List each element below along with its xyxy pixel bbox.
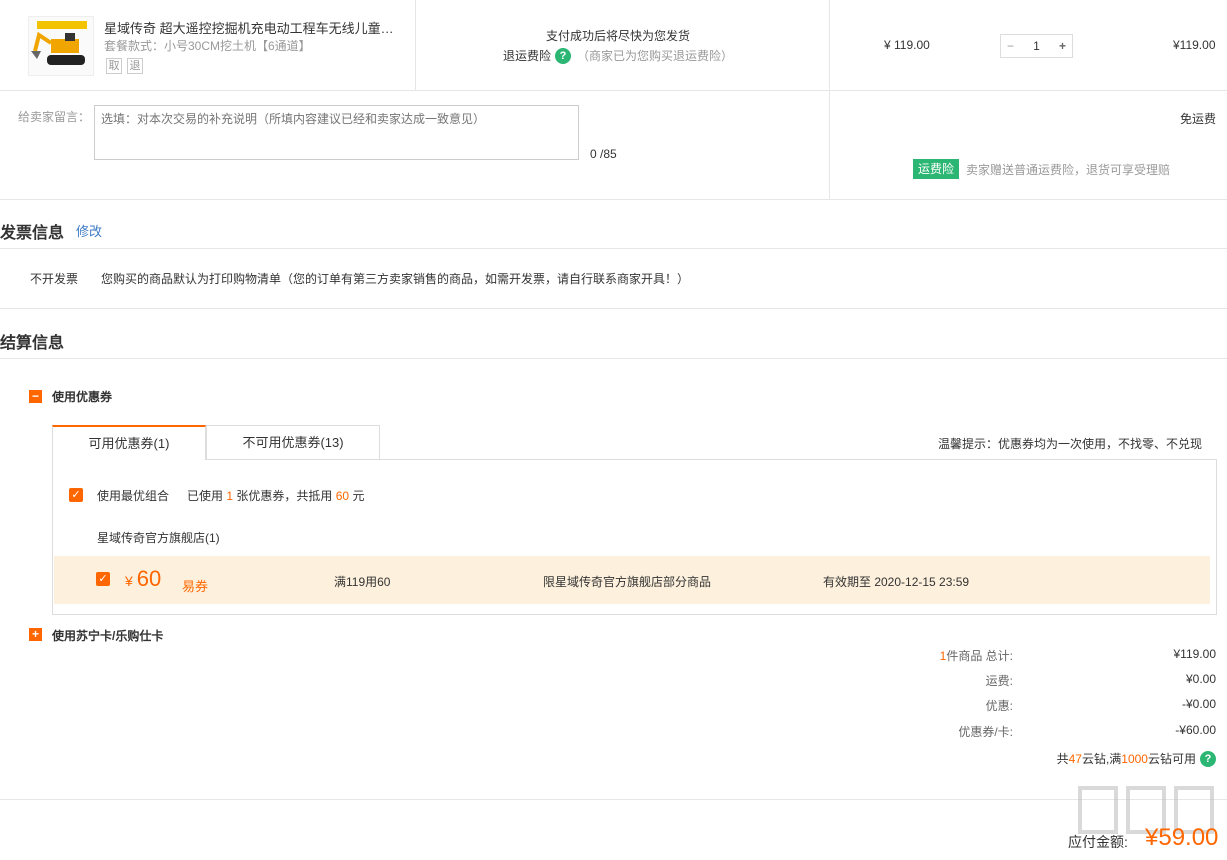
best-combo-checkbox[interactable]: ✓ bbox=[69, 488, 83, 502]
points-count: 47 bbox=[1068, 752, 1082, 766]
divider bbox=[0, 308, 1227, 309]
coupon-validity: 有效期至 2020-12-15 23:59 bbox=[823, 575, 970, 589]
message-label: 给卖家留言： bbox=[18, 110, 91, 124]
payable-amount: ¥59.00 bbox=[1145, 824, 1219, 851]
best-combo-label[interactable]: 使用最优组合 bbox=[97, 487, 169, 504]
quantity-stepper: − 1 + bbox=[1000, 34, 1073, 58]
usage-suffix: 元 bbox=[352, 489, 365, 503]
settlement-title: 结算信息 bbox=[0, 335, 65, 352]
store-name: 星域传奇官方旗舰店(1) bbox=[97, 531, 220, 545]
return-insurance-label: 退运费险 bbox=[503, 49, 552, 63]
payable-label: 应付金额: bbox=[1068, 834, 1128, 850]
invoice-type: 不开发票 bbox=[30, 272, 79, 286]
invoice-title: 发票信息 bbox=[0, 225, 65, 242]
return-insurance: 退运费险 ? （商家已为您购买退运费险） bbox=[503, 47, 733, 64]
currency-symbol: ¥ bbox=[125, 573, 133, 589]
minus-icon[interactable]: − bbox=[1007, 39, 1014, 53]
tab-available-coupons[interactable]: 可用优惠券(1) bbox=[52, 425, 206, 460]
product-thumbnail[interactable] bbox=[28, 16, 94, 76]
divider bbox=[0, 199, 1227, 200]
discount-value: -¥0.00 bbox=[1181, 697, 1216, 711]
coupon-checkbox[interactable]: ✓ bbox=[96, 572, 110, 586]
card-section-title[interactable]: 使用苏宁卡/乐购仕卡 bbox=[52, 627, 163, 644]
freight-label: 运费: bbox=[985, 674, 1013, 688]
invoice-modify-link[interactable]: 修改 bbox=[76, 221, 102, 240]
coupon-value: 60 bbox=[136, 566, 162, 591]
return-tag: 退 bbox=[127, 58, 143, 74]
points-threshold: 1000 bbox=[1121, 752, 1148, 766]
help-icon[interactable]: ? bbox=[555, 47, 572, 64]
points-prefix: 共 bbox=[1056, 752, 1069, 766]
coupon-tip: 温馨提示：优惠券均为一次使用，不找零、不兑现 bbox=[938, 437, 1203, 451]
usage-count: 1 bbox=[226, 489, 234, 503]
product-title[interactable]: 星域传奇 超大遥控挖掘机充电动工程车无线儿童玩... bbox=[104, 18, 404, 37]
usage-mid: 张优惠券，共抵用 bbox=[236, 489, 333, 503]
unit-price: ¥ 119.00 bbox=[884, 38, 930, 52]
coupon-section-title[interactable]: 使用优惠券 bbox=[52, 388, 112, 405]
line-total: ¥119.00 bbox=[1173, 38, 1216, 52]
pickup-tag: 取 bbox=[106, 58, 122, 74]
divider bbox=[0, 248, 1227, 249]
points-mid: 云钻,满 bbox=[1081, 752, 1122, 766]
quantity-value[interactable]: 1 bbox=[1033, 39, 1040, 53]
ship-note: 支付成功后将尽快为您发货 bbox=[546, 29, 691, 43]
message-input[interactable] bbox=[94, 105, 579, 160]
discount-label: 优惠: bbox=[985, 699, 1013, 713]
usage-amount: 60 bbox=[335, 489, 350, 503]
plus-icon[interactable]: + bbox=[1059, 39, 1066, 53]
freight-value: ¥0.00 bbox=[1185, 672, 1216, 686]
items-total-label: 1件商品 总计: bbox=[940, 647, 1013, 664]
freight-insurance-badge: 运费险 bbox=[913, 159, 960, 179]
coupon-deduct-value: -¥60.00 bbox=[1175, 723, 1216, 737]
divider bbox=[0, 358, 1227, 359]
expand-icon[interactable]: + bbox=[29, 628, 42, 641]
coupon-brand: 易券 bbox=[182, 579, 209, 594]
product-spec: 套餐款式：小号30CM挖土机【6通道】 bbox=[104, 39, 311, 53]
coupon-deduct-label: 优惠券/卡: bbox=[958, 725, 1013, 739]
help-icon[interactable]: ? bbox=[1200, 750, 1216, 767]
coupon-amount: ¥60 bbox=[125, 566, 161, 592]
return-insurance-note: （商家已为您购买退运费险） bbox=[577, 49, 734, 63]
points-suffix: 云钻可用 bbox=[1147, 752, 1196, 766]
coupon-scope: 限星域传奇官方旗舰店部分商品 bbox=[543, 575, 712, 589]
divider bbox=[0, 799, 1227, 800]
divider bbox=[0, 90, 1227, 91]
coupon-usage-summary: 已使用 1 张优惠券，共抵用 60 元 bbox=[187, 487, 364, 504]
items-label: 件商品 总计: bbox=[946, 649, 1013, 663]
shipping-fee: 免运费 bbox=[1180, 112, 1217, 126]
tab-unavailable-coupons[interactable]: 不可用优惠券(13) bbox=[206, 425, 380, 460]
items-total: ¥119.00 bbox=[1173, 647, 1217, 661]
coupon-condition: 满119用60 bbox=[334, 575, 391, 589]
usage-prefix: 已使用 bbox=[187, 489, 224, 503]
invoice-desc: 您购买的商品默认为打印购物清单（您的订单有第三方卖家销售的商品，如需开发票，请自… bbox=[101, 272, 690, 286]
divider bbox=[829, 0, 830, 200]
message-count: 0 /85 bbox=[590, 147, 617, 161]
divider bbox=[415, 0, 416, 90]
points-info: 共47云钻,满1000云钻可用 ? bbox=[1057, 750, 1216, 767]
collapse-icon[interactable]: − bbox=[29, 390, 42, 403]
freight-insurance-text: 卖家赠送普通运费险，退货可享受理赔 bbox=[966, 163, 1171, 177]
